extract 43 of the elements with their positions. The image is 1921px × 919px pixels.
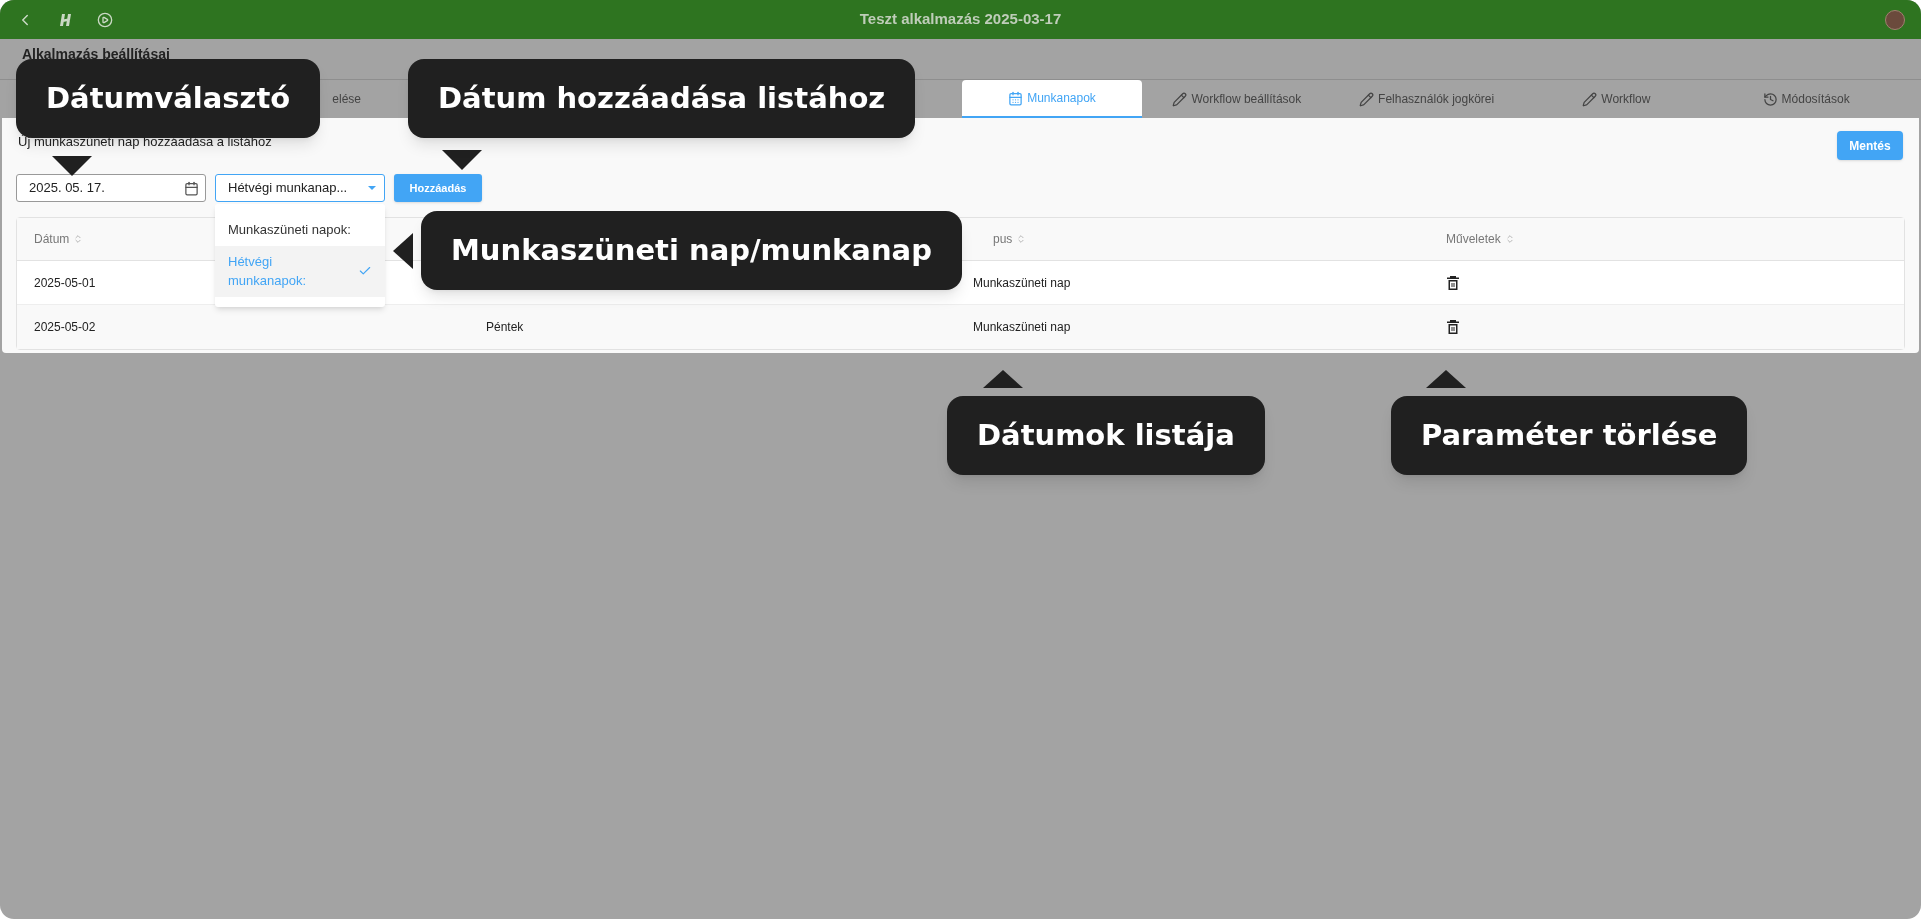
window-title: Teszt alkalmazás 2025-03-17 [858,9,1063,30]
history-icon [1762,91,1778,107]
dropdown-option[interactable]: Hétvégi munkanapok: [215,245,385,297]
dropdown-caret-icon [368,186,376,190]
pencil-icon [1359,91,1375,107]
column-header[interactable]: pus [993,230,1013,248]
table-cell-text: 2025-05-02 [34,319,96,336]
callout-label: Dátumok listája [947,396,1265,475]
calendar-icon [1008,90,1024,106]
pencil-icon [1172,91,1188,107]
calendar-icon[interactable] [184,180,199,196]
tab[interactable]: Munkanapok [962,80,1142,118]
avatar[interactable] [1885,9,1905,30]
callout-label: Dátum hozzáadása listához [408,59,916,138]
callout-pointer [983,370,1023,388]
play-icon[interactable] [97,11,113,28]
pencil-icon [1582,91,1598,107]
delete-icon[interactable] [1446,274,1460,291]
tab[interactable]: elése [325,80,361,118]
tab[interactable]: Workflow beállítások [1142,80,1332,118]
type-select[interactable]: Hétvégi munkanap... [215,174,385,202]
callout-pointer [442,150,482,170]
logo-icon[interactable] [58,11,74,28]
add-button[interactable]: Hozzáadás [394,174,482,202]
table-cell-text: Munkaszüneti nap [973,274,1071,292]
callout-label: Paraméter törlése [1391,396,1748,475]
table-cell-text: 2025-05-01 [34,274,96,292]
date-field[interactable]: 2025. 05. 17. [16,174,206,202]
tab[interactable]: Felhasználók jogkörei [1331,80,1522,118]
check-icon [358,264,372,278]
save-button[interactable]: Mentés [1837,131,1903,160]
tab[interactable]: Workflow [1521,80,1712,118]
column-header[interactable]: Dátum [34,230,70,248]
dropdown-option[interactable]: Munkaszüneti napok: [215,214,385,246]
callout-pointer [1426,370,1466,388]
column-header[interactable]: Műveletek [1446,230,1501,248]
table-cell-text: Péntek [486,319,524,336]
tab[interactable]: Módosítások [1711,80,1901,118]
delete-icon[interactable] [1446,319,1460,335]
table-cell-text: Munkaszüneti nap [973,319,1071,336]
callout-pointer [52,156,92,176]
callout-label: Munkaszüneti nap/munkanap [421,211,962,290]
callout-pointer [393,233,413,269]
